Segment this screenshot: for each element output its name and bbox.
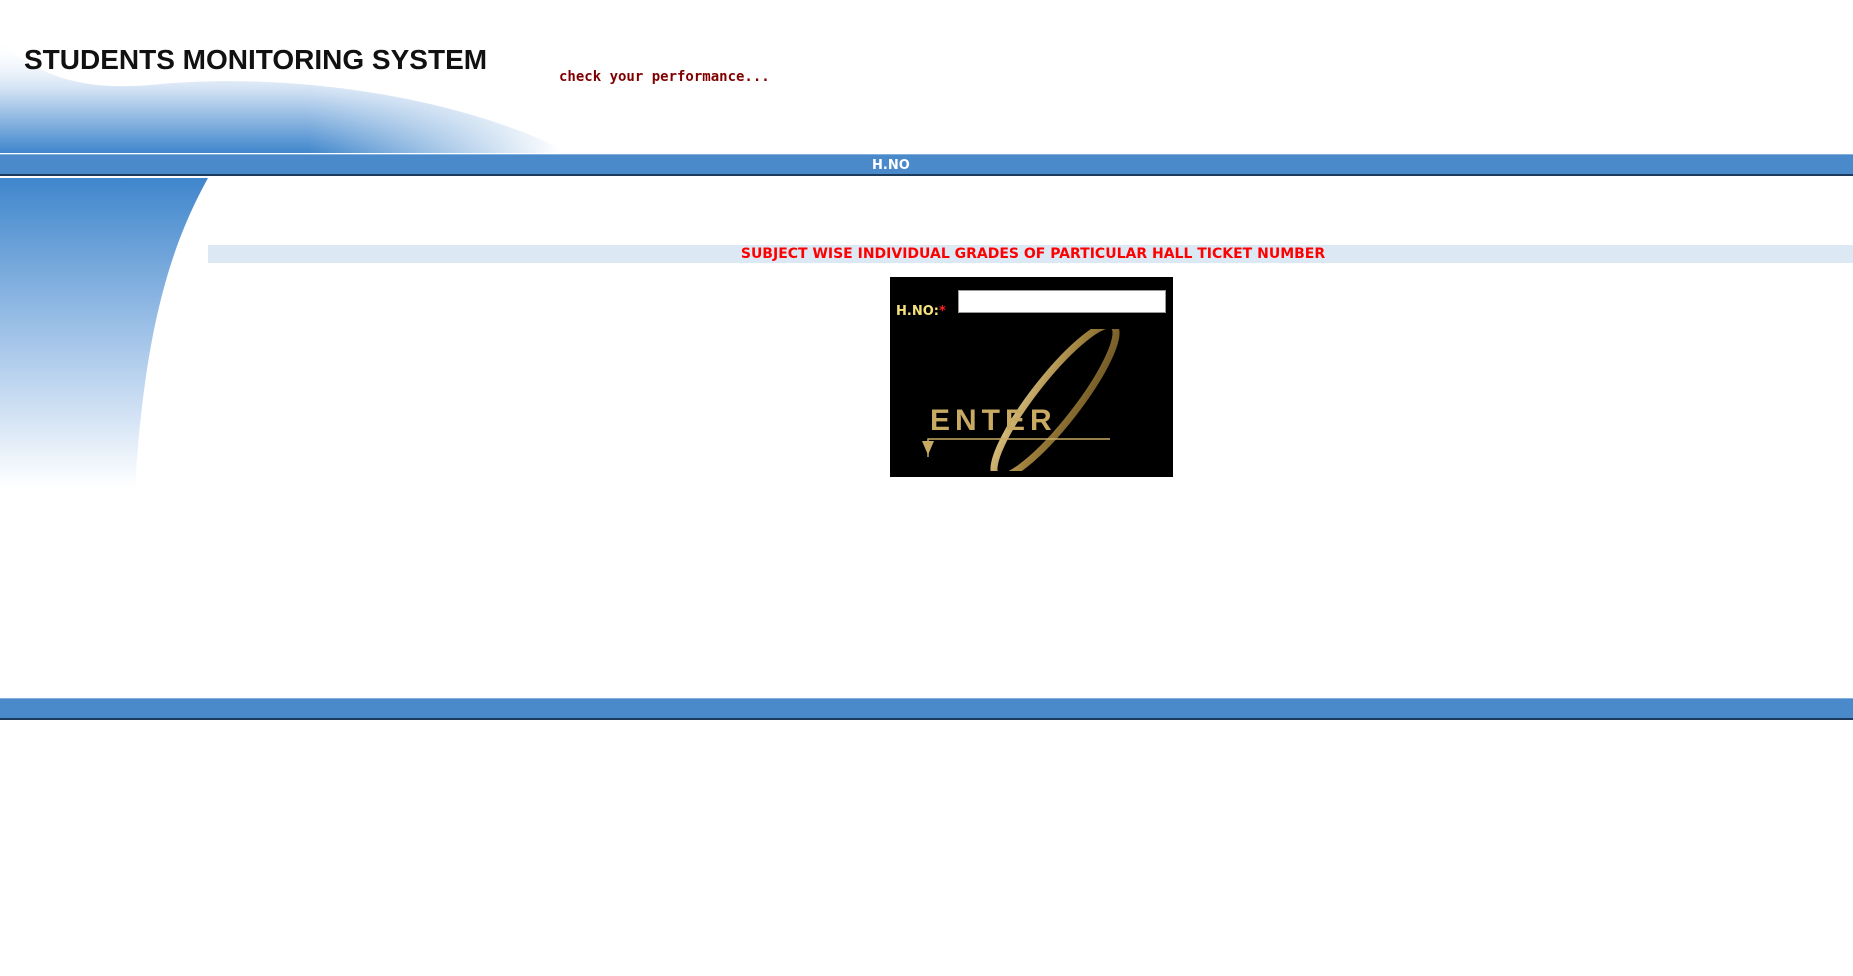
- footer-bar: [0, 698, 1853, 720]
- enter-arrow-swoosh-icon: [922, 329, 1120, 471]
- nav-bar-label: H.NO: [872, 158, 910, 173]
- top-nav-bar: H.NO: [0, 154, 1853, 176]
- hno-label-text: H.NO:: [896, 304, 939, 319]
- subheading-strip: SUBJECT WISE INDIVIDUAL GRADES OF PARTIC…: [208, 245, 1853, 263]
- required-marker: *: [938, 304, 946, 319]
- hno-label: H.NO:*: [896, 304, 946, 319]
- hno-input[interactable]: [958, 290, 1166, 313]
- header-banner: STUDENTS MONITORING SYSTEM check your pe…: [0, 0, 1853, 153]
- header-swoosh-graphic: [0, 0, 560, 153]
- tagline: check your performance...: [559, 69, 770, 85]
- app-title: STUDENTS MONITORING SYSTEM: [24, 44, 488, 75]
- page-subheading: SUBJECT WISE INDIVIDUAL GRADES OF PARTIC…: [740, 246, 1326, 262]
- hno-form: H.NO:* ENTER: [890, 277, 1173, 477]
- page: STUDENTS MONITORING SYSTEM check your pe…: [0, 0, 1853, 976]
- enter-button[interactable]: ENTER: [920, 329, 1160, 471]
- enter-label: ENTER: [930, 404, 1057, 437]
- side-swoosh-graphic: [0, 178, 208, 488]
